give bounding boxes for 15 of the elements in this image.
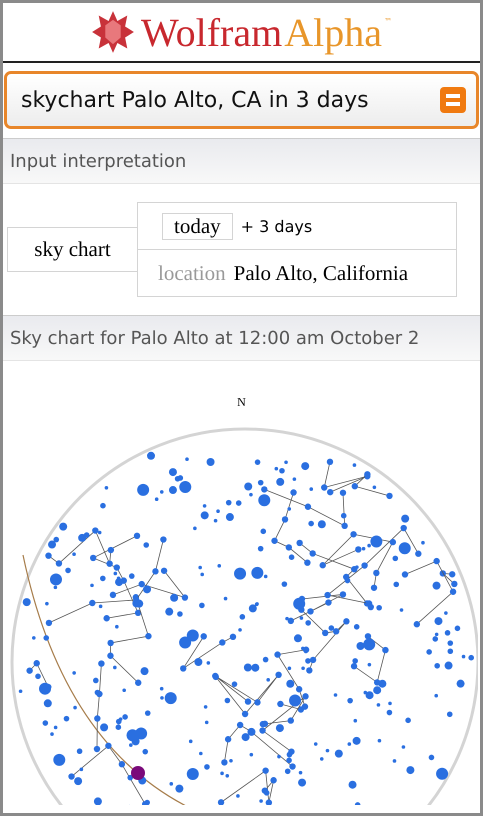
table-cell: location: [158, 260, 226, 286]
table-cell: sky chart: [7, 227, 137, 272]
table-cell: today: [162, 212, 233, 240]
search-bar[interactable]: skychart Palo Alto, CA in 3 days: [4, 71, 479, 129]
table-cell: + 3 days: [240, 216, 312, 236]
pod-title: Input interpretation: [10, 150, 186, 172]
compass-label: N: [237, 395, 246, 409]
search-button[interactable]: [440, 87, 466, 113]
logo-wordmark-wolfram: Wolfram: [141, 8, 282, 56]
trademark-sign: ™: [384, 17, 392, 26]
star-logo-icon: [91, 10, 136, 54]
table-cell: Palo Alto, California: [234, 260, 408, 286]
pod-title: Sky chart for Palo Alto at 12:00 am October 2: [10, 328, 420, 348]
logo-wordmark-alpha: Alpha: [284, 8, 382, 56]
search-field[interactable]: skychart Palo Alto, CA in 3 days: [21, 88, 440, 112]
